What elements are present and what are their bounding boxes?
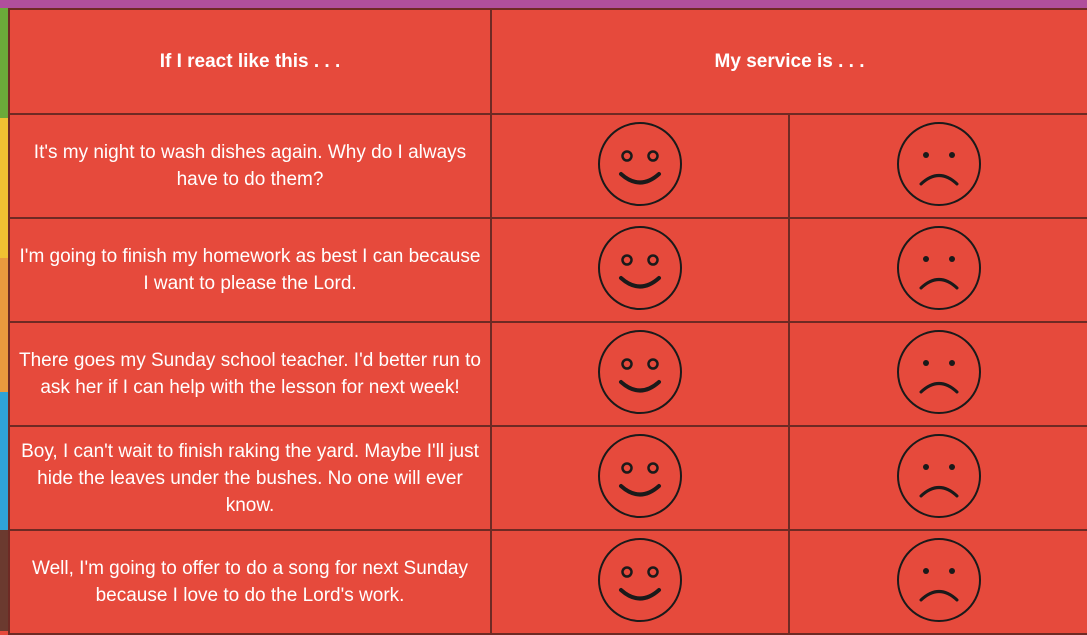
happy-choice-cell[interactable] <box>490 113 790 219</box>
reaction-text: It's my night to wash dishes again. Why … <box>8 113 492 219</box>
reaction-column-header: If I react like this . . . <box>8 8 492 115</box>
table-row: I'm going to finish my homework as best … <box>8 217 1087 323</box>
smiley-face-icon[interactable] <box>595 119 685 209</box>
smiley-face-icon[interactable] <box>595 535 685 625</box>
reaction-text: There goes my Sunday school teacher. I'd… <box>8 321 492 427</box>
frowning-face-icon[interactable] <box>894 119 984 209</box>
smiley-face-icon[interactable] <box>595 223 685 313</box>
top-color-bar <box>0 0 1087 8</box>
smiley-face-icon[interactable] <box>595 431 685 521</box>
sad-choice-cell[interactable] <box>787 113 1087 219</box>
reaction-text: I'm going to finish my homework as best … <box>8 217 492 323</box>
edge-stripe-yellow <box>0 118 8 258</box>
table-row: It's my night to wash dishes again. Why … <box>8 113 1087 219</box>
service-column-header: My service is . . . <box>489 8 1087 115</box>
edge-stripe-blue <box>0 392 8 530</box>
reaction-text: Boy, I can't wait to finish raking the y… <box>8 425 492 531</box>
sad-choice-cell[interactable] <box>787 529 1087 635</box>
edge-stripe-green <box>0 8 8 118</box>
table-row: Well, I'm going to offer to do a song fo… <box>8 529 1087 635</box>
frowning-face-icon[interactable] <box>894 535 984 625</box>
frowning-face-icon[interactable] <box>894 431 984 521</box>
sad-choice-cell[interactable] <box>787 217 1087 323</box>
happy-choice-cell[interactable] <box>490 529 790 635</box>
service-worksheet-table: If I react like this . . . My service is… <box>8 8 1087 635</box>
happy-choice-cell[interactable] <box>490 425 790 531</box>
smiley-face-icon[interactable] <box>595 327 685 417</box>
frowning-face-icon[interactable] <box>894 223 984 313</box>
frowning-face-icon[interactable] <box>894 327 984 417</box>
happy-choice-cell[interactable] <box>490 321 790 427</box>
header-row: If I react like this . . . My service is… <box>8 8 1087 115</box>
sad-choice-cell[interactable] <box>787 321 1087 427</box>
sad-choice-cell[interactable] <box>787 425 1087 531</box>
edge-stripe-orange <box>0 258 8 392</box>
table-row: Boy, I can't wait to finish raking the y… <box>8 425 1087 531</box>
table-row: There goes my Sunday school teacher. I'd… <box>8 321 1087 427</box>
edge-stripe-dark <box>0 530 8 631</box>
reaction-text: Well, I'm going to offer to do a song fo… <box>8 529 492 635</box>
happy-choice-cell[interactable] <box>490 217 790 323</box>
